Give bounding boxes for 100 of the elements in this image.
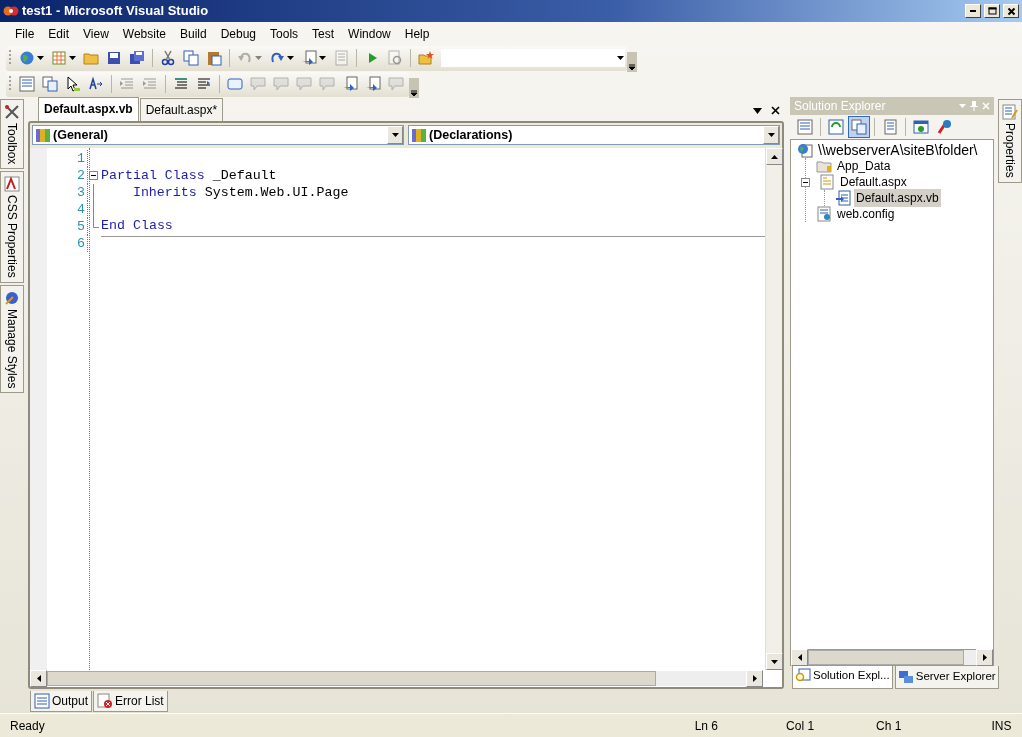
panel-tab[interactable]: Error List xyxy=(93,690,168,712)
refresh-icon xyxy=(828,119,844,135)
menu-item[interactable]: Window xyxy=(341,22,398,45)
status-message: Ready xyxy=(10,717,45,735)
tools-icon xyxy=(936,119,952,135)
comment-icon xyxy=(250,76,266,92)
collapse-icon[interactable] xyxy=(89,171,98,180)
toolbar-grip[interactable] xyxy=(8,49,12,67)
scroll-right-button[interactable] xyxy=(746,670,763,687)
tab-list-icon[interactable] xyxy=(753,108,762,114)
side-tab[interactable]: Manage Styles xyxy=(0,285,24,394)
panel-title: Solution Explorer xyxy=(794,98,887,115)
rectangle-icon xyxy=(227,76,243,92)
properties-icon xyxy=(1002,104,1018,120)
search-document-icon xyxy=(795,667,811,684)
dropdown-arrow-icon xyxy=(767,133,775,137)
list-lines-icon xyxy=(196,76,212,92)
books-icon xyxy=(35,127,51,143)
vertical-scrollbar[interactable] xyxy=(765,148,782,670)
paste-icon xyxy=(206,50,222,66)
toolbar-overflow-icon[interactable] xyxy=(627,52,637,72)
menu-item[interactable]: Help xyxy=(397,22,437,45)
status-char: Ch 1 xyxy=(876,717,902,735)
maximize-icon xyxy=(987,6,997,16)
menu-item[interactable]: File xyxy=(8,22,42,45)
document-icon xyxy=(333,50,349,66)
comment-icon xyxy=(273,76,289,92)
line-number: 4 xyxy=(76,200,86,219)
folder-icon xyxy=(816,158,832,174)
document-tab[interactable]: Default.aspx.vb xyxy=(38,97,139,121)
menu-item[interactable]: Website xyxy=(115,22,173,45)
scroll-down-button[interactable] xyxy=(766,653,783,670)
config-file-icon xyxy=(816,206,832,222)
app-logo-icon xyxy=(3,4,19,18)
dropdown-arrow-icon xyxy=(391,133,399,137)
menu-item[interactable]: Edit xyxy=(41,22,77,45)
collapse-icon[interactable] xyxy=(801,177,810,187)
dropdown-button[interactable] xyxy=(763,126,779,144)
menu-item[interactable]: View xyxy=(76,22,116,45)
minimize-button[interactable] xyxy=(965,4,981,18)
scroll-left-button[interactable] xyxy=(30,670,47,687)
grid-icon xyxy=(51,50,67,66)
output-icon xyxy=(34,692,50,709)
web-folder-icon xyxy=(797,142,813,158)
scroll-thumb[interactable] xyxy=(808,649,964,665)
styles-icon xyxy=(4,290,20,307)
line-number: 3 xyxy=(76,183,86,202)
menu-item[interactable]: Build xyxy=(172,22,214,45)
arrow-up-icon xyxy=(771,154,778,159)
code-line: Inherits System.Web.UI.Page xyxy=(131,183,350,202)
arrow-right-icon xyxy=(982,653,987,661)
document-list-icon xyxy=(797,119,813,135)
scroll-track xyxy=(964,649,976,665)
tree-item[interactable]: Default.aspx xyxy=(838,173,909,191)
pointer-icon xyxy=(65,76,81,92)
indent-icon xyxy=(142,76,158,92)
document-list-icon xyxy=(19,76,35,92)
close-button[interactable] xyxy=(1003,4,1019,18)
dropdown-arrow-icon xyxy=(69,56,76,60)
arrow-left-icon xyxy=(797,653,802,661)
arrow-right-icon xyxy=(752,675,757,682)
minimize-icon xyxy=(970,10,976,12)
document-tab[interactable]: Default.aspx* xyxy=(139,98,224,121)
menu-item[interactable]: Test xyxy=(305,22,342,45)
status-line: Ln 6 xyxy=(694,717,719,735)
search-combo-field[interactable] xyxy=(441,49,625,67)
find-document-icon xyxy=(387,50,403,66)
panel-tab[interactable]: Server Explorer xyxy=(894,665,999,689)
maximize-button[interactable] xyxy=(984,4,1000,18)
text-format-icon xyxy=(88,76,104,92)
close-icon xyxy=(1006,6,1016,16)
tree-item[interactable]: Default.aspx.vb xyxy=(854,189,941,207)
folder-star-icon xyxy=(418,50,434,66)
dropdown-button[interactable] xyxy=(387,126,403,144)
toolbar-overflow-icon[interactable] xyxy=(409,78,419,98)
comment-icon xyxy=(319,76,335,92)
side-tab[interactable]: Toolbox xyxy=(0,99,24,170)
dropdown-arrow-icon xyxy=(287,56,294,60)
align-lines-icon xyxy=(173,76,189,92)
menu-item[interactable]: Tools xyxy=(263,22,306,45)
class-dropdown[interactable]: (General) xyxy=(53,125,108,145)
close-icon[interactable] xyxy=(771,106,780,115)
line-number: 2 xyxy=(76,166,86,185)
side-tab[interactable]: Properties xyxy=(998,99,1022,183)
cut-icon xyxy=(160,50,176,66)
menu-item[interactable]: Debug xyxy=(213,22,264,45)
tree-item[interactable]: web.config xyxy=(835,205,897,223)
dropdown-arrow-icon xyxy=(617,56,624,60)
panel-tab[interactable]: Solution Expl... xyxy=(792,665,893,689)
scroll-up-button[interactable] xyxy=(766,148,783,165)
comment-icon xyxy=(388,76,404,92)
code-file-icon xyxy=(835,190,851,206)
horizontal-scrollbar[interactable] xyxy=(30,670,782,687)
copy-icon xyxy=(183,50,199,66)
scroll-thumb[interactable] xyxy=(47,671,656,686)
side-tab[interactable]: CSS Properties xyxy=(0,171,24,284)
toolbar-grip[interactable] xyxy=(8,75,12,93)
line-number: 5 xyxy=(76,217,86,236)
panel-tab[interactable]: Output xyxy=(30,690,93,712)
css-icon xyxy=(4,176,20,193)
